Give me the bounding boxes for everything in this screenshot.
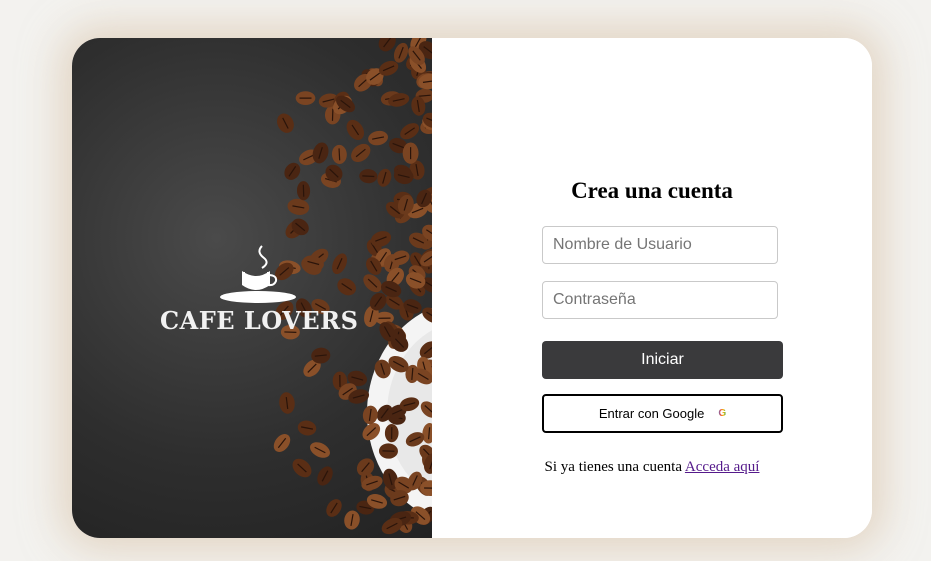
form-title: Crea una cuenta (571, 178, 733, 203)
brand-logo-text: CAFE LOVERS (160, 306, 359, 335)
signup-card: CAFE LOVERS Crea una cuenta Iniciar Entr… (72, 38, 872, 538)
login-prompt: Si ya tienes una cuenta Acceda aquí (432, 459, 872, 476)
username-input[interactable] (542, 226, 778, 264)
google-signin-label: Entrar con Google (598, 406, 705, 421)
coffee-bean-crease (362, 175, 375, 178)
login-link[interactable]: Acceda aquí (685, 459, 760, 475)
password-input[interactable] (542, 281, 778, 319)
signup-form-panel: Crea una cuenta Iniciar Entrar con Googl… (432, 38, 872, 538)
coffee-bean-crease (338, 148, 341, 161)
coffee-beans-illustration (220, 38, 432, 535)
google-signin-button[interactable]: Entrar con Google G (542, 394, 783, 433)
login-prompt-text: Si ya tienes una cuenta (544, 459, 685, 475)
coffee-hero-image: CAFE LOVERS (72, 38, 432, 538)
google-icon: G (718, 408, 727, 419)
start-button[interactable]: Iniciar (542, 341, 783, 379)
